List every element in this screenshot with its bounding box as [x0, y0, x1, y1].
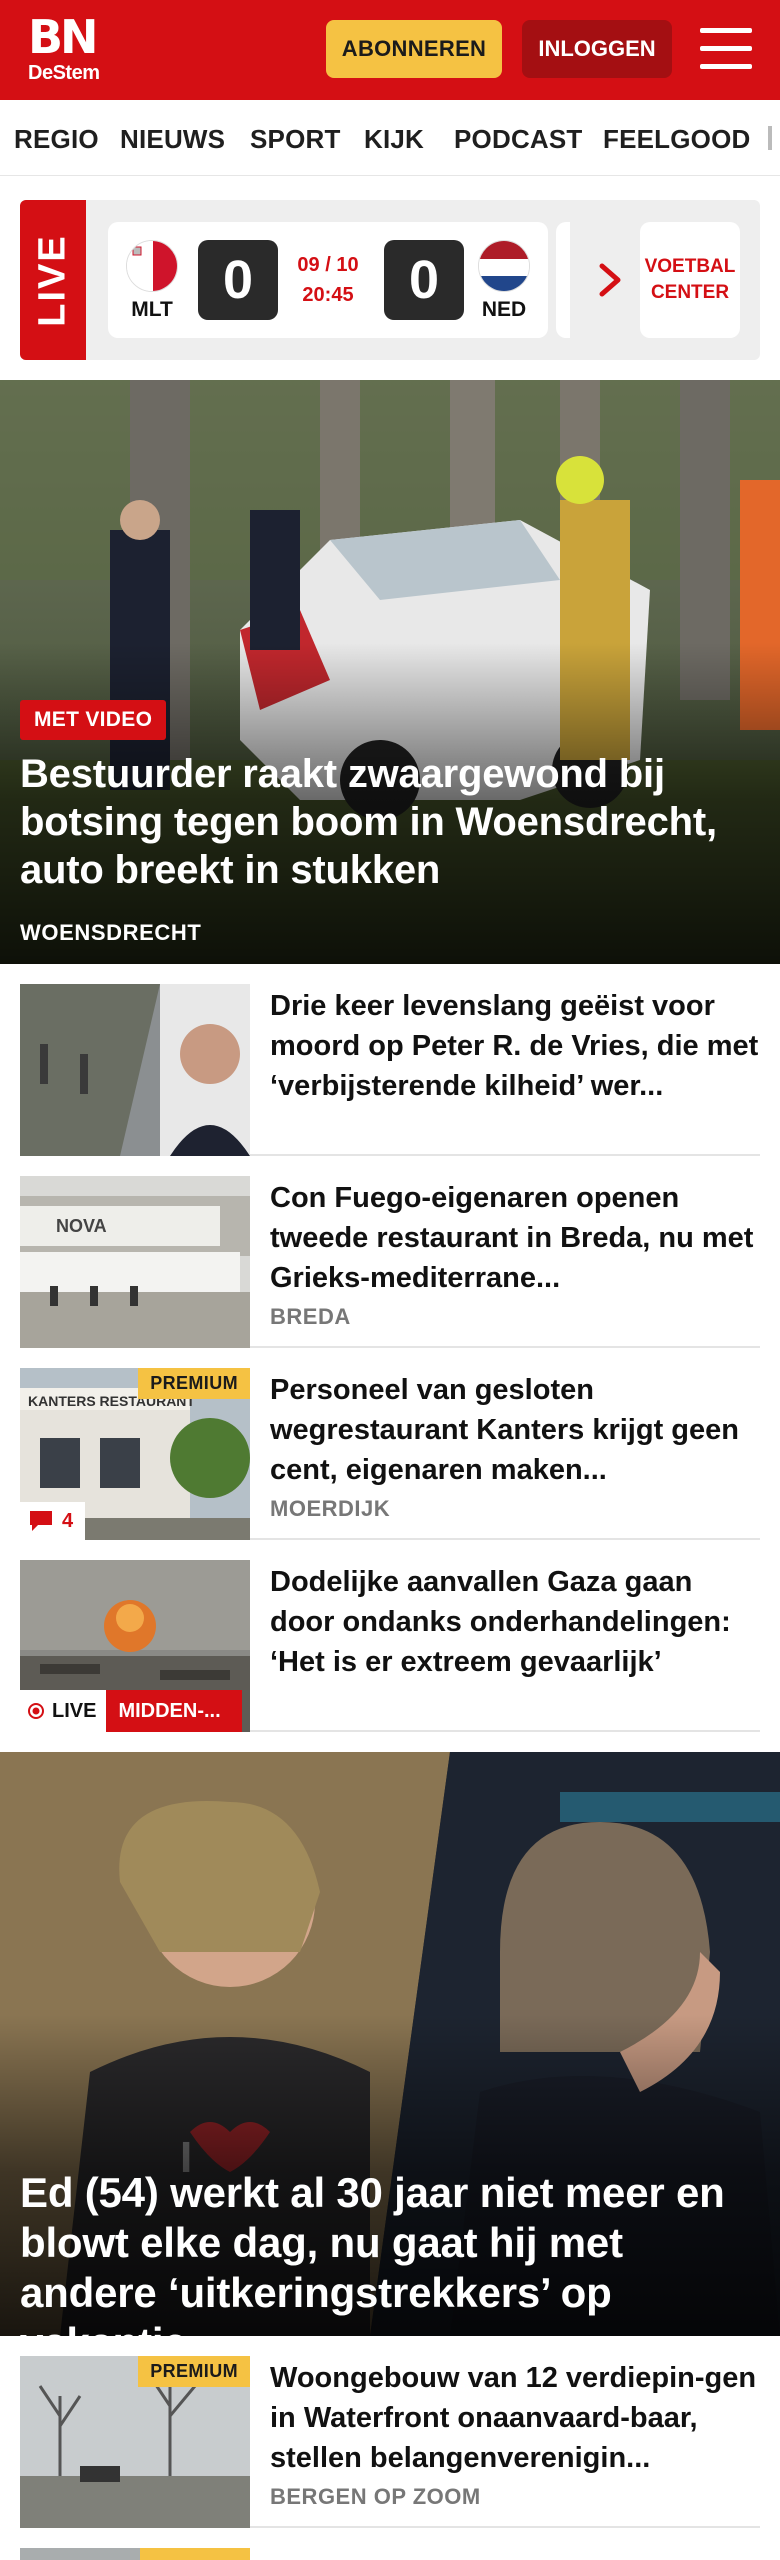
logo-sub-text: DeStem [28, 62, 100, 84]
live-dot-icon [28, 1703, 44, 1719]
subscribe-button[interactable]: ABONNEREN [326, 20, 502, 78]
article-thumbnail: NOVA [20, 1176, 250, 1348]
live-ticker-chip[interactable]: LIVE MIDDEN-... [20, 1690, 243, 1732]
article-item[interactable]: NOVA Con Fuego-eigenaren openen tweede r… [20, 1156, 760, 1348]
login-button[interactable]: INLOGGEN [522, 20, 672, 78]
logo-main-text: BN [28, 10, 99, 64]
comment-count[interactable]: 4 [20, 1502, 86, 1540]
hero-location: WOENSDRECHT [20, 920, 202, 945]
hero-headline[interactable]: Ed (54) werkt al 30 jaar niet meer en bl… [20, 2168, 760, 2336]
home-team-code: MLT [131, 298, 173, 321]
svg-text:NOVA: NOVA [56, 1216, 107, 1236]
article-thumbnail [20, 984, 250, 1156]
next-match-card-edge[interactable] [556, 222, 570, 338]
premium-badge: PREMIUM [138, 1368, 250, 1399]
comment-bubble-icon [30, 1511, 52, 1531]
away-team-code: NED [481, 298, 527, 321]
nav-item-nieuws[interactable]: NIEUWS [120, 124, 225, 155]
nav-item-feelgood[interactable]: FEELGOOD [603, 124, 751, 155]
article-thumbnail: PREMIUM [20, 2356, 250, 2528]
premium-badge: PREMIUM [138, 2356, 250, 2387]
away-team: NED [474, 240, 534, 322]
site-logo[interactable]: BN DeStem [28, 14, 110, 86]
nav-item-kijk[interactable]: KIJK [364, 124, 424, 155]
live-label: LIVE [20, 200, 86, 360]
article-thumbnail: LIVE MIDDEN-... [20, 1560, 250, 1732]
article-title[interactable]: Personeel van gesloten wegrestaurant Kan… [270, 1370, 760, 1490]
live-indicator: LIVE [20, 1690, 107, 1732]
live-indicator-text: LIVE [52, 1699, 97, 1722]
match-datetime: 09 / 10 20:45 [280, 250, 376, 310]
away-score: 0 [384, 240, 464, 320]
comment-count-value: 4 [62, 1509, 74, 1532]
match-date: 09 / 10 [297, 254, 359, 276]
nav-item-sport[interactable]: SPORT [250, 124, 341, 155]
premium-badge [140, 2548, 250, 2560]
article-item[interactable]: PREMIUM Woongebouw van 12 verdiepin-gen … [20, 2336, 760, 2528]
netherlands-flag-icon [478, 240, 530, 292]
article-item-partial[interactable] [20, 2548, 760, 2560]
live-label-text: LIVE [31, 233, 74, 327]
malta-flag-icon [126, 240, 178, 292]
live-scores-widget: LIVE MLT 0 09 / 10 20:45 0 NED VOETBAL CE… [20, 200, 760, 360]
chevron-right-icon[interactable] [592, 262, 628, 298]
site-header: BN DeStem ABONNEREN INLOGGEN [0, 0, 780, 100]
voetbal-center-button[interactable]: VOETBAL CENTER [640, 222, 740, 338]
match-time: 20:45 [302, 284, 354, 306]
section-nav: REGIO NIEUWS SPORT KIJK PODCAST FEELGOOD [0, 100, 780, 176]
nav-overflow-indicator [768, 126, 772, 150]
category-label: MIDDEN-... [106, 1690, 243, 1732]
article-title[interactable]: Con Fuego-eigenaren openen tweede restau… [270, 1178, 760, 1298]
match-card[interactable]: MLT 0 09 / 10 20:45 0 NED [108, 222, 548, 338]
article-location: BERGEN OP ZOOM [270, 2484, 481, 2509]
article-item[interactable]: Drie keer levenslang geëist voor moord o… [20, 964, 760, 1156]
nav-item-podcast[interactable]: PODCAST [454, 124, 583, 155]
article-item[interactable]: KANTERS RESTAURANT PREMIUM 4 Personeel v… [20, 1348, 760, 1540]
hero-headline[interactable]: Bestuurder raakt zwaargewond bij botsing… [20, 750, 760, 894]
article-location: MOERDIJK [270, 1496, 391, 1521]
article-title[interactable]: Dodelijke aanvallen Gaza gaan door ondan… [270, 1562, 760, 1682]
article-thumbnail: KANTERS RESTAURANT PREMIUM 4 [20, 1368, 250, 1540]
hero-article-crash[interactable]: MET VIDEO Bestuurder raakt zwaargewond b… [0, 380, 780, 964]
article-title[interactable]: Woongebouw van 12 verdiepin-gen in Water… [270, 2358, 760, 2478]
hero-article-ed[interactable]: I Ed (54) werkt al 30 jaar niet meer en … [0, 1752, 780, 2336]
article-item[interactable]: LIVE MIDDEN-... Dodelijke aanvallen Gaza… [20, 1540, 760, 1732]
article-location: BREDA [270, 1304, 351, 1329]
video-badge: MET VIDEO [20, 700, 167, 740]
nav-item-regio[interactable]: REGIO [14, 124, 99, 155]
home-score: 0 [198, 240, 278, 320]
article-title[interactable]: Drie keer levenslang geëist voor moord o… [270, 986, 760, 1106]
home-team: MLT [122, 240, 182, 322]
hamburger-menu-icon[interactable] [700, 26, 752, 72]
